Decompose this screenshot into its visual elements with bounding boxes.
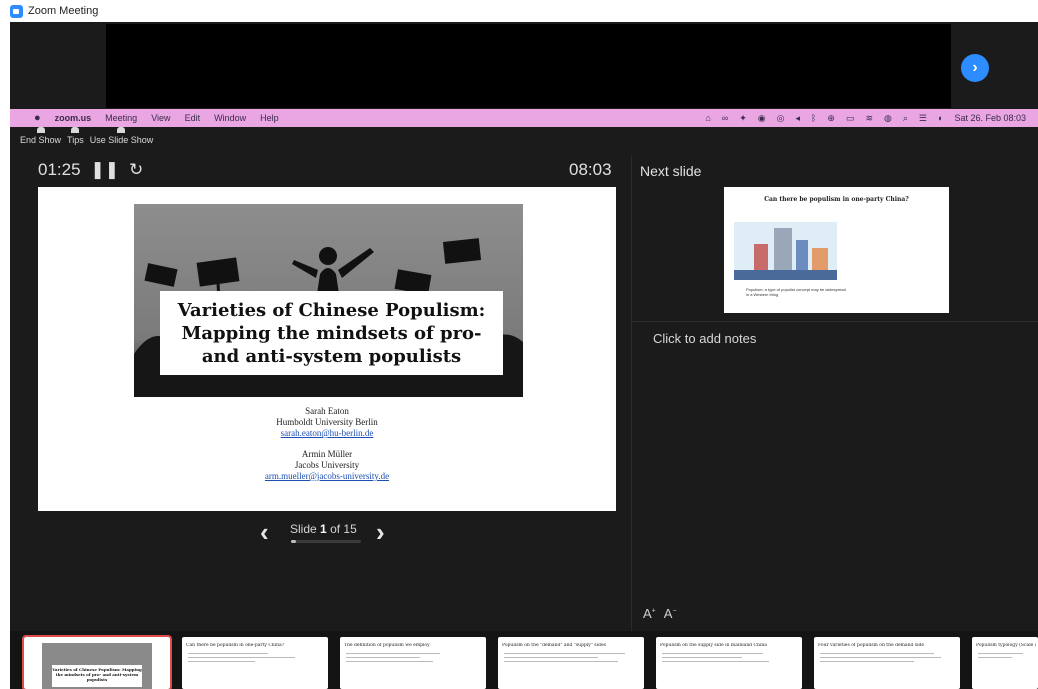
status-icon-b[interactable]: ∞ — [722, 113, 728, 123]
thumbnail-slide-6[interactable]: Four varieties of populism on the demand… — [814, 637, 960, 689]
wifi-icon[interactable]: ≋ — [865, 113, 873, 124]
author1-email-link[interactable]: sarah.eaton@hu-berlin.de — [38, 428, 616, 439]
decrease-font-icon[interactable]: A− — [664, 606, 677, 621]
next-slide-illustration — [734, 222, 837, 280]
participant-video-strip — [106, 24, 951, 108]
thumbnail-slide-7[interactable]: Populism typology (Scale and measurement… — [972, 637, 1038, 689]
menu-edit[interactable]: Edit — [185, 113, 201, 123]
battery-icon[interactable]: ▭ — [846, 113, 855, 124]
slide-counter: Slide 1 of 15 — [290, 522, 357, 536]
thumbnail-slide-1[interactable]: Varieties of Chinese Populism: Mapping t… — [22, 635, 172, 689]
horizontal-divider — [632, 321, 1038, 322]
increase-font-icon[interactable]: A+ — [643, 606, 656, 621]
slide-authors: Sarah Eaton Humboldt University Berlin s… — [38, 406, 616, 482]
menubar-status-area: ⌂ ∞ ✦ ◉ ◎ ◂ ᛒ ⊕ ▭ ≋ ◍ ⌕ ☰ ◐ Sat 26. Feb … — [705, 109, 1026, 127]
notes-font-controls: A+ A− — [643, 606, 677, 621]
thumbnail-body — [188, 653, 322, 687]
elapsed-time: 01:25 — [38, 160, 81, 179]
author2-affiliation: Jacobs University — [294, 460, 360, 470]
use-slide-show-button[interactable]: Use Slide Show — [90, 127, 153, 149]
thumbnail-title: Four varieties of populism on the demand… — [818, 643, 925, 648]
tips-button[interactable]: Tips — [67, 127, 84, 149]
menubar-datetime[interactable]: Sat 26. Feb 08:03 — [954, 113, 1026, 123]
slide-progress-fill — [291, 540, 296, 543]
status-icon-g[interactable]: ◍ — [884, 113, 892, 124]
menu-meeting[interactable]: Meeting — [105, 113, 137, 123]
volume-icon[interactable]: ◂ — [795, 113, 800, 124]
chevron-right-icon[interactable]: › — [376, 519, 385, 545]
tips-icon — [71, 127, 80, 133]
slide-show-icon — [117, 127, 126, 133]
menu-app-name[interactable]: zoom.us — [55, 113, 92, 123]
vertical-divider — [631, 155, 632, 631]
chevron-circle-right-icon[interactable]: › — [961, 54, 989, 82]
author2-name: Armin Müller — [301, 449, 353, 459]
pause-icon[interactable]: ❚❚ — [91, 160, 120, 180]
thumbnail-title: Populism on the "demand" and "supply" si… — [502, 643, 606, 648]
thumbnail-slide-5[interactable]: Populism on the supply side in mainland … — [656, 637, 802, 689]
slide-title: Varieties of Chinese Populism: Mapping t… — [160, 291, 503, 375]
thumbnail-body — [346, 653, 480, 687]
presenter-timer: 01:25 ❚❚ ↻ — [38, 160, 143, 180]
author1-affiliation: Humboldt University Berlin — [276, 417, 378, 427]
author-spacer — [38, 439, 616, 449]
menu-window[interactable]: Window — [214, 113, 246, 123]
slide-progress-bar — [291, 540, 361, 543]
window-titlebar: Zoom Meeting — [0, 0, 1038, 22]
thumbnail-title: Populism typology (Scale and measurement… — [976, 643, 1036, 648]
thumbnail-slide-4[interactable]: Populism on the "demand" and "supply" si… — [498, 637, 644, 689]
thumbnail-body — [820, 653, 954, 687]
end-show-button[interactable]: End Show — [20, 127, 61, 149]
presenter-toolbar: End Show Tips Use Slide Show — [20, 127, 153, 149]
thumbnail-slide-2[interactable]: Can there be populism in one-party China… — [182, 637, 328, 689]
bluetooth-icon[interactable]: ᛒ — [811, 113, 816, 123]
control-center-icon[interactable]: ☰ — [919, 113, 927, 124]
author2-email-link[interactable]: arm.mueller@jacobs-university.de — [38, 471, 616, 482]
slide-navigation: ‹ Slide 1 of 15 › — [260, 519, 400, 549]
reset-icon[interactable]: ↻ — [129, 160, 143, 180]
siri-icon[interactable]: ◐ — [938, 113, 943, 123]
status-icon-d[interactable]: ◉ — [758, 113, 766, 124]
window-title: Zoom Meeting — [28, 5, 99, 17]
thumbnail-title: Can there be populism in one-party China… — [186, 643, 285, 648]
thumbnail-slide-3[interactable]: The definition of populism we employ — [340, 637, 486, 689]
status-icon-c[interactable]: ✦ — [739, 113, 747, 124]
thumbnail-title: Populism on the supply side in mainland … — [660, 643, 767, 648]
notes-area[interactable]: Click to add notes — [653, 331, 756, 346]
thumbnail-title: Varieties of Chinese Populism: Mapping t… — [52, 665, 142, 687]
menu-view[interactable]: View — [151, 113, 170, 123]
current-slide[interactable]: Varieties of Chinese Populism: Mapping t… — [38, 187, 616, 511]
status-icon-f[interactable]: ⊕ — [827, 113, 835, 124]
thumbnail-photo: Varieties of Chinese Populism: Mapping t… — [42, 643, 152, 689]
thumbnail-body — [504, 653, 638, 687]
status-icon-a[interactable]: ⌂ — [705, 113, 710, 123]
current-clock: 08:03 — [569, 160, 612, 179]
chevron-left-icon[interactable]: ‹ — [260, 519, 269, 545]
next-slide-caption: Populism: a type of populist concept may… — [746, 287, 846, 297]
zoom-logo-icon — [10, 4, 23, 18]
slide-thumbnail-strip: Varieties of Chinese Populism: Mapping t… — [10, 631, 1038, 689]
next-slide-label: Next slide — [640, 163, 702, 179]
status-icon-e[interactable]: ◎ — [777, 113, 785, 124]
search-icon[interactable]: ⌕ — [903, 113, 908, 124]
thumbnail-title: The definition of populism we employ — [344, 643, 430, 648]
end-show-icon — [36, 127, 45, 133]
menu-help[interactable]: Help — [260, 113, 279, 123]
author1-name: Sarah Eaton — [305, 406, 349, 416]
apple-icon[interactable]: ● — [34, 112, 41, 124]
thumbnail-body — [662, 653, 796, 687]
thumbnail-body — [978, 653, 1034, 687]
next-slide-preview[interactable]: Can there be populism in one-party China… — [724, 187, 949, 313]
next-slide-title: Can there be populism in one-party China… — [764, 196, 909, 203]
shared-screen-menubar: ● zoom.us Meeting View Edit Window Help … — [10, 109, 1038, 127]
